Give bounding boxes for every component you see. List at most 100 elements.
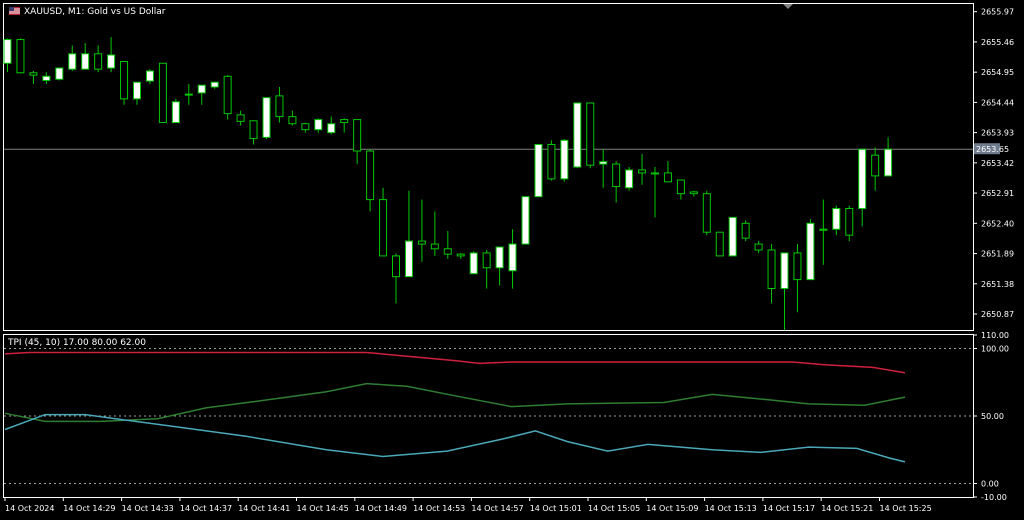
candle-body-bear bbox=[340, 119, 349, 124]
candle bbox=[379, 187, 388, 257]
candle bbox=[16, 38, 25, 74]
indicator-title: TPI (45, 10) 17.00 80.00 62.00 bbox=[7, 338, 146, 348]
candle-body-bear bbox=[353, 119, 362, 152]
candle-body-bull bbox=[107, 54, 116, 69]
candle-body-bull bbox=[145, 70, 154, 82]
scroll-marker-icon[interactable] bbox=[783, 4, 793, 9]
time-axis-label: 14 Oct 15:17 bbox=[763, 504, 815, 513]
indicator-axis: 110.00 100.00 50.00 0.00 -10.00 bbox=[973, 331, 1009, 502]
candle-body-bear bbox=[417, 240, 426, 245]
candle bbox=[353, 119, 362, 165]
indicator-axis-label: 50.00 bbox=[981, 412, 1004, 421]
candle bbox=[120, 60, 129, 105]
tpi-lower-line bbox=[4, 413, 906, 463]
candle bbox=[443, 231, 452, 259]
candle-body-bear bbox=[871, 154, 880, 177]
candle-body-bear bbox=[158, 62, 167, 124]
indicator-axis-label: 100.00 bbox=[981, 345, 1009, 354]
candle-body-bear bbox=[754, 243, 763, 251]
candle-body-bear bbox=[236, 114, 245, 122]
price-axis-label: 2651.38 bbox=[981, 280, 1014, 289]
candle-body-bear bbox=[547, 143, 556, 180]
candle bbox=[197, 84, 206, 105]
candle-body-bull bbox=[184, 93, 193, 96]
us-flag-icon bbox=[9, 7, 20, 15]
candle bbox=[262, 97, 271, 140]
price-panel-frame bbox=[3, 3, 974, 331]
time-axis-label: 14 Oct 14:33 bbox=[122, 504, 174, 513]
time-axis: 14 Oct 2024 14 Oct 14:29 14 Oct 14:33 14 Oc… bbox=[4, 497, 932, 513]
candle-body-bear bbox=[249, 120, 258, 140]
candle-body-bull bbox=[832, 207, 841, 230]
candle bbox=[651, 167, 659, 218]
candle-body-bull bbox=[858, 148, 867, 209]
candle-body-bear bbox=[366, 150, 375, 201]
candle bbox=[884, 137, 893, 177]
time-axis-label: 14 Oct 14:53 bbox=[413, 504, 465, 513]
time-axis-label: 14 Oct 15:09 bbox=[646, 504, 698, 513]
candle-body-bull bbox=[55, 67, 64, 80]
candle-body-bull bbox=[197, 84, 206, 94]
candle-body-bull bbox=[625, 169, 634, 189]
candle-body-bull bbox=[521, 196, 530, 245]
candle bbox=[586, 102, 595, 169]
candle bbox=[521, 196, 530, 245]
candle-body-bear bbox=[793, 252, 802, 281]
candle bbox=[547, 140, 556, 181]
candle-body-bear bbox=[392, 255, 400, 278]
time-axis-label: 14 Oct 14:37 bbox=[180, 504, 232, 513]
candle bbox=[806, 219, 815, 281]
candle-body-bear bbox=[638, 169, 647, 174]
indicator-axis-label: -10.00 bbox=[981, 493, 1007, 502]
candle-body-bear bbox=[430, 243, 439, 250]
candle-body-bull bbox=[327, 123, 336, 134]
candle bbox=[301, 122, 310, 133]
candle-body-bull bbox=[599, 161, 608, 165]
price-axis-label: 2652.91 bbox=[981, 189, 1014, 198]
candle bbox=[676, 179, 685, 200]
candle bbox=[158, 62, 167, 124]
candle bbox=[534, 143, 543, 198]
candle bbox=[599, 149, 608, 188]
symbol-title: XAUUSD, M1: Gold vs US Dollar bbox=[24, 7, 166, 17]
candle-body-bull bbox=[3, 39, 12, 64]
candle bbox=[741, 220, 750, 242]
candle-body-bull bbox=[884, 148, 893, 177]
candle-body-bear bbox=[94, 53, 103, 70]
price-axis-label: 2655.97 bbox=[981, 8, 1014, 17]
candle bbox=[845, 205, 854, 242]
current-price-label: 2653.65 bbox=[976, 145, 1009, 154]
candle bbox=[107, 37, 116, 73]
candle-body-bear bbox=[443, 248, 452, 255]
candle-body-bull bbox=[68, 53, 77, 70]
candle bbox=[663, 161, 672, 183]
candle bbox=[625, 167, 634, 191]
candle bbox=[223, 75, 232, 120]
candle-body-bear bbox=[612, 163, 621, 188]
candle bbox=[495, 246, 504, 286]
candle-body-bull bbox=[210, 81, 219, 88]
candle-body-bear bbox=[676, 179, 685, 195]
candle-body-bull bbox=[508, 243, 517, 272]
candle bbox=[793, 244, 802, 313]
candle bbox=[3, 38, 12, 73]
candle-body-bear bbox=[288, 116, 297, 125]
candle-body-bear bbox=[275, 95, 284, 118]
candle-body-bear bbox=[301, 123, 310, 131]
candle-body-bull bbox=[560, 139, 569, 180]
candle bbox=[456, 252, 465, 259]
candle bbox=[133, 81, 141, 105]
candle-body-bull bbox=[819, 228, 828, 231]
candle-body-bear bbox=[741, 222, 750, 239]
candle bbox=[858, 148, 867, 227]
candle bbox=[508, 229, 517, 289]
time-axis-label: 14 Oct 14:49 bbox=[355, 504, 407, 513]
price-axis-label: 2651.89 bbox=[981, 250, 1014, 259]
candle-body-bear bbox=[379, 199, 388, 257]
candle bbox=[728, 216, 737, 257]
candle-body-bear bbox=[845, 207, 854, 236]
price-axis-label: 2655.46 bbox=[981, 38, 1014, 47]
candle bbox=[81, 43, 90, 70]
candle-body-bull bbox=[728, 216, 737, 257]
candle bbox=[184, 84, 193, 105]
